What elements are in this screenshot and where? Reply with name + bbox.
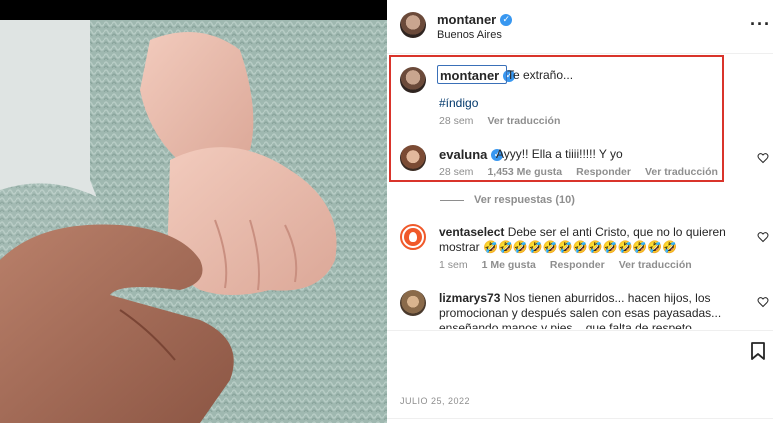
actions-separator (387, 330, 773, 331)
comment-text-line2: promocionan y después salen con esas pay… (439, 306, 722, 320)
comment-likes[interactable]: 1 Me gusta (482, 259, 536, 271)
comment-text: Debe ser el anti Cristo, que no lo quier… (507, 225, 726, 239)
comment-translate-link[interactable]: Ver traducción (619, 259, 692, 271)
author-avatar[interactable] (400, 12, 426, 38)
commenter-avatar[interactable] (400, 224, 426, 250)
comment-reply-link[interactable]: Responder (550, 259, 605, 271)
heart-icon[interactable] (757, 231, 769, 243)
comment-username[interactable]: lizmarys73 (439, 291, 500, 305)
bookmark-icon[interactable] (750, 342, 766, 360)
comment-text: Nos tienen aburridos... hacen hijos, los (503, 291, 711, 305)
comment-text-block: ventaselect Debe ser el anti Cristo, que… (439, 225, 739, 255)
verified-icon: ✓ (500, 13, 513, 26)
post-location[interactable]: Buenos Aires (437, 29, 502, 41)
heart-icon[interactable] (757, 152, 769, 164)
view-replies[interactable]: Ver respuestas (10) (440, 194, 575, 206)
comment-text-line2: mostrar 🤣🤣🤣🤣🤣🤣🤣🤣🤣🤣🤣🤣🤣 (439, 240, 678, 254)
comment-text-block: lizmarys73 Nos tienen aburridos... hacen… (439, 291, 739, 329)
post-date[interactable]: JULIO 25, 2022 (400, 396, 470, 406)
username-highlight (437, 65, 507, 84)
baby-hand-photo (0, 20, 387, 423)
heart-icon[interactable] (757, 296, 769, 308)
comment-text-line3: enseñando manos y pies... que falta de r… (439, 321, 692, 329)
post-photo[interactable] (0, 0, 387, 423)
comment-username[interactable]: ventaselect (439, 225, 504, 239)
more-options-icon[interactable]: ··· (750, 14, 771, 35)
photo-top-bar (0, 0, 387, 20)
comment-time[interactable]: 1 sem (439, 259, 468, 271)
author-username[interactable]: montaner (437, 12, 496, 27)
post-header (387, 0, 773, 54)
commenter-avatar[interactable] (400, 290, 426, 316)
view-replies-link[interactable]: Ver respuestas (10) (474, 194, 575, 206)
bottom-separator (387, 418, 773, 419)
replies-line (440, 199, 464, 201)
author-username-row[interactable]: montaner ✓ (437, 12, 513, 27)
comment-meta: 1 sem 1 Me gusta Responder Ver traducció… (439, 259, 692, 271)
fire-logo-icon (404, 228, 422, 246)
